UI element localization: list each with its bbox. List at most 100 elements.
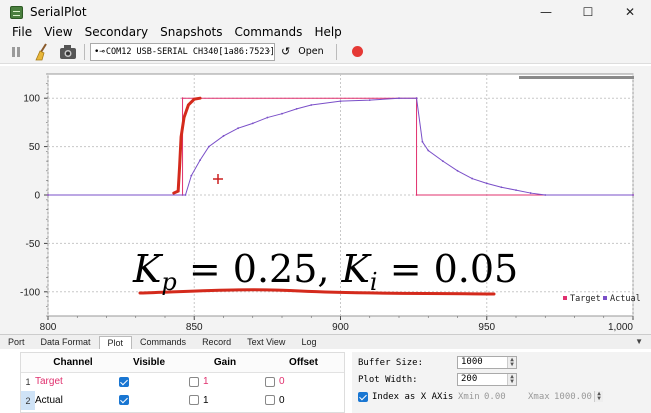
data-point-actual [500,186,503,189]
toolbar-separator [335,43,337,60]
index-as-x-checkbox[interactable] [358,391,368,402]
index-as-x-label: Index as X AXis [372,391,454,402]
table-row[interactable]: 2 Actual 1 0 [21,391,344,410]
data-point-actual [251,122,254,125]
menu-help[interactable]: Help [310,25,345,39]
channel-name[interactable]: Actual [35,391,111,410]
title-bar: SerialPlot — ☐ ✕ [0,0,651,24]
table-row[interactable]: 1 Target 1 0 [21,372,344,391]
port-select-value: COM12 USB-SERIAL CH340[1a86:7523] [105,46,275,57]
legend-swatch-target [563,296,567,300]
buffer-size-label: Buffer Size: [358,357,424,368]
tab-record[interactable]: Record [194,336,239,349]
data-point-actual [544,194,547,196]
gain-value[interactable]: 1 [203,376,209,387]
column-header-channel: Channel [35,353,111,373]
tab-plot[interactable]: Plot [98,336,133,349]
plot-area[interactable]: 100 50 0 -50 -100 800 850 900 950 1,000 Kp = 0.25,… [0,66,651,334]
data-point-actual [415,97,418,100]
data-point-actual [47,194,49,196]
spinner-arrows-icon[interactable]: ▲ ▼ [507,374,516,385]
column-header-offset: Offset [263,353,344,373]
record-icon[interactable] [351,46,363,57]
buffer-size-input[interactable]: 1000 ▲ ▼ [457,356,517,369]
data-point-actual [427,149,430,152]
data-point-actual [295,107,298,110]
x-tick-label: 950 [478,322,495,333]
data-point-actual [339,100,342,103]
tab-text-view[interactable]: Text View [239,336,293,349]
minimize-button[interactable]: — [525,0,567,24]
tab-port[interactable]: Port [0,336,33,349]
camera-snapshot-icon[interactable] [58,42,78,62]
row-number: 2 [21,391,35,410]
channel-name[interactable]: Target [35,372,111,391]
row-number-header [21,353,35,373]
data-point-actual [441,160,444,163]
data-point-actual [632,194,634,196]
offset-checkbox[interactable] [265,376,275,387]
legend-label-target: Target [570,294,601,304]
close-button[interactable]: ✕ [609,0,651,24]
gain-checkbox[interactable] [189,395,199,406]
menu-commands[interactable]: Commands [231,25,307,39]
x-tick-label: 800 [40,322,57,333]
y-tick-label: -100 [20,287,40,298]
visible-checkbox[interactable] [119,395,129,406]
plot-scroll-indicator [519,76,634,79]
menu-view[interactable]: View [40,25,76,39]
plot-width-value: 200 [461,374,478,384]
tabs-menu-icon[interactable]: ▼ [635,337,643,346]
spinner-arrows-icon[interactable]: ▲ ▼ [594,391,603,402]
data-point-actual [456,169,459,172]
broom-clear-icon[interactable] [32,42,52,62]
index-as-x-row: Index as X AXis [358,389,453,404]
data-point-actual [421,140,424,143]
plot-canvas[interactable]: 100 50 0 -50 -100 800 850 900 950 1,000 Kp = 0.25,… [0,66,651,334]
buffer-size-value: 1000 [461,357,483,367]
xmin-value[interactable]: 0.00 [484,392,506,402]
data-point-actual [310,104,313,106]
channel-table: Channel Visible Gain Offset 1 Target 1 0… [21,353,344,410]
refresh-icon[interactable]: ↺ [281,45,290,58]
data-point-actual [199,159,202,162]
menu-secondary[interactable]: Secondary [81,25,153,39]
port-select[interactable]: •⊸ COM12 USB-SERIAL CH340[1a86:7523] ⌄ [90,42,275,61]
plot-width-input[interactable]: 200 ▲ ▼ [457,373,517,386]
visible-checkbox[interactable] [119,376,129,387]
plot-settings-panel: Buffer Size: 1000 ▲ ▼ Plot Width: 200 ▲ ▼ … [352,352,651,413]
y-tick-label: 0 [34,191,40,202]
legend-swatch-actual [603,296,607,300]
y-tick-label: 100 [23,94,40,105]
tab-log[interactable]: Log [293,336,324,349]
toolbar: •⊸ COM12 USB-SERIAL CH340[1a86:7523] ⌄ ↺… [0,40,651,64]
offset-value[interactable]: 0 [279,395,285,406]
tab-commands[interactable]: Commands [132,336,194,349]
x-tick-label: 1,000 [608,322,633,333]
usb-icon: •⊸ [94,46,105,57]
data-point-actual [529,192,532,194]
open-button[interactable]: Open [298,46,323,57]
pause-icon[interactable] [6,42,26,62]
buffer-size-row: Buffer Size: [358,355,423,370]
data-point-actual [190,174,193,177]
menu-snapshots[interactable]: Snapshots [156,25,226,39]
menu-file[interactable]: File [8,25,36,39]
spinner-arrows-icon[interactable]: ▲ ▼ [507,357,516,368]
offset-value[interactable]: 0 [279,376,285,387]
data-point-actual [266,116,269,119]
data-point-actual [515,189,517,192]
data-point-actual [207,145,210,148]
data-point-target [415,194,418,196]
xmax-label: Xmax [528,392,550,402]
gain-value[interactable]: 1 [203,395,209,406]
gain-checkbox[interactable] [189,376,199,387]
offset-checkbox[interactable] [265,395,275,406]
maximize-button[interactable]: ☐ [567,0,609,24]
column-header-gain: Gain [187,353,263,373]
data-point-actual [222,135,225,137]
x-tick-label: 850 [186,322,203,333]
tab-data-format[interactable]: Data Format [33,336,99,349]
y-tick-label: -50 [26,239,41,250]
xmax-value[interactable]: 1000.00 [554,392,592,402]
